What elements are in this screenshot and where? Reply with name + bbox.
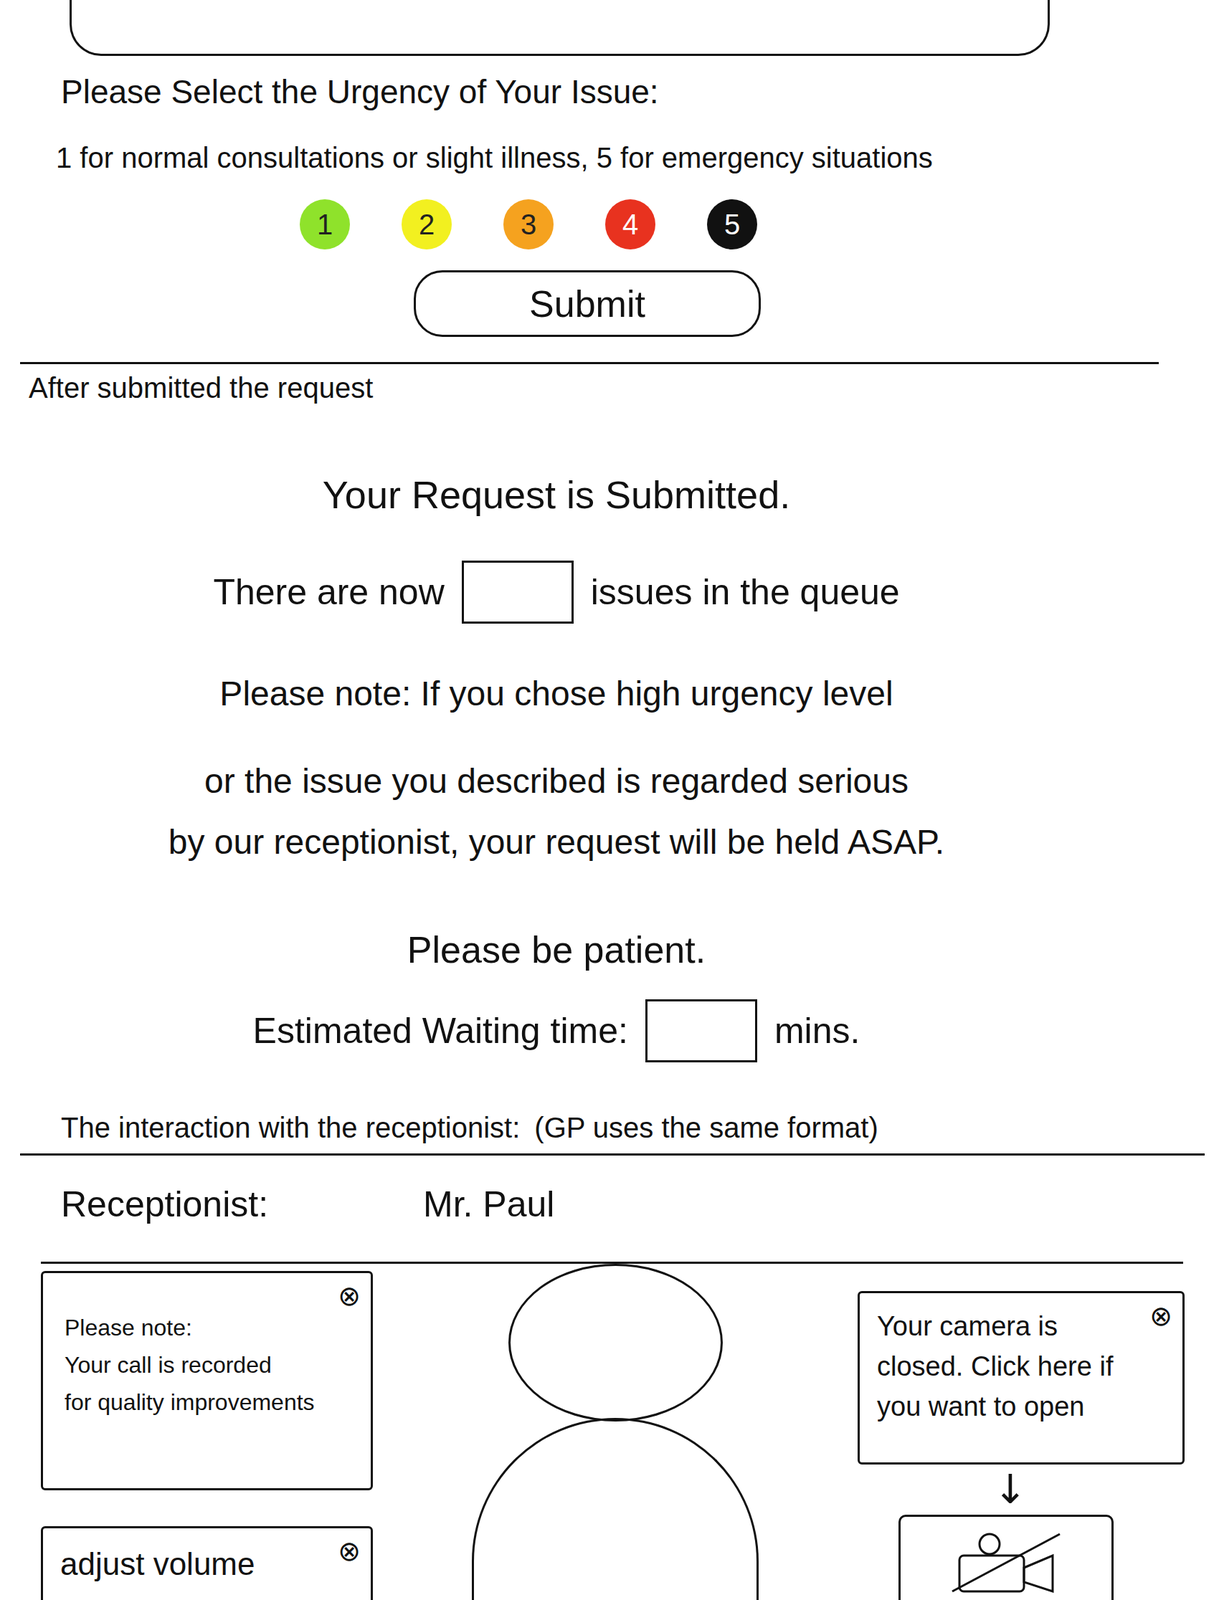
camera-notice-text: Your camera is closed. Click here if you… [876, 1311, 1113, 1422]
notice-line: Your call is recorded [64, 1346, 328, 1384]
role-label: Receptionist: [60, 1182, 424, 1227]
urgency-levels: 12345 [299, 199, 1219, 250]
note-line: by our receptionist, your request will b… [0, 821, 1113, 865]
description-field[interactable] [69, 0, 1050, 56]
divider [20, 362, 1159, 365]
section-label: After submitted the request [28, 370, 1219, 406]
queue-suffix: issues in the queue [590, 571, 900, 614]
notice-line: for quality improvements [64, 1383, 328, 1422]
confirmation: Your Request is Submitted. There are now i… [0, 471, 1113, 1065]
volume-label: adjust volume [60, 1546, 255, 1582]
person-head [508, 1264, 723, 1422]
urgency-level[interactable]: 4 [605, 199, 656, 250]
wait-suffix: mins. [774, 1010, 860, 1052]
close-icon[interactable]: ⊗ [337, 1537, 361, 1567]
submit-button[interactable]: Submit [413, 270, 761, 338]
volume-panel[interactable]: adjust volume ⊗ [40, 1526, 373, 1600]
queue-prefix: There are now [212, 571, 444, 614]
video-feed [372, 1264, 858, 1600]
camera-icon [945, 1528, 1067, 1594]
interaction-aside: (GP uses the same format) [534, 1110, 878, 1146]
urgency-hint: 1 for normal consultations or slight ill… [55, 139, 1219, 176]
wait-time-box [645, 999, 758, 1063]
wait-prefix: Estimated Waiting time: [253, 1010, 629, 1052]
divider [20, 1153, 1205, 1156]
urgency-level[interactable]: 3 [503, 199, 554, 250]
note-line: Please note: If you chose high urgency l… [0, 672, 1113, 716]
urgency-level[interactable]: 2 [401, 199, 452, 250]
confirmation-title: Your Request is Submitted. [0, 471, 1113, 519]
camera-toggle[interactable] [898, 1515, 1114, 1600]
close-icon[interactable]: ⊗ [1149, 1302, 1173, 1331]
urgency-level[interactable]: 1 [299, 199, 350, 250]
patience-text: Please be patient. [0, 927, 1113, 974]
urgency-level[interactable]: 5 [707, 199, 758, 250]
request-page: Please Select the Urgency of Your Issue:… [0, 0, 1219, 1600]
person-body [471, 1418, 759, 1600]
notice-line: Please note: [64, 1309, 328, 1347]
recording-notice: Please note:Your call is recordedfor qua… [40, 1271, 373, 1491]
staff-name: Mr. Paul [423, 1182, 555, 1227]
queue-line: There are now issues in the queue [0, 559, 1113, 626]
right-panel: Your camera is closed. Click here if you… [857, 1264, 1185, 1600]
arrow-icon: ↓ [836, 1464, 1185, 1516]
wait-line: Estimated Waiting time: mins. [0, 998, 1113, 1065]
left-panel: Please note:Your call is recordedfor qua… [40, 1264, 373, 1600]
close-icon[interactable]: ⊗ [337, 1282, 361, 1311]
queue-count-box [461, 560, 574, 624]
interaction-title: The interaction with the receptionist: [60, 1110, 520, 1146]
call-header: Receptionist:Mr. Paul [60, 1182, 1219, 1227]
interaction-label: The interaction with the receptionist: (G… [60, 1110, 1219, 1146]
video-call: Please note:Your call is recordedfor qua… [40, 1264, 1185, 1600]
note-line: or the issue you described is regarded s… [0, 760, 1113, 804]
urgency-title: Please Select the Urgency of Your Issue: [60, 71, 1219, 112]
camera-notice[interactable]: Your camera is closed. Click here if you… [857, 1291, 1185, 1465]
